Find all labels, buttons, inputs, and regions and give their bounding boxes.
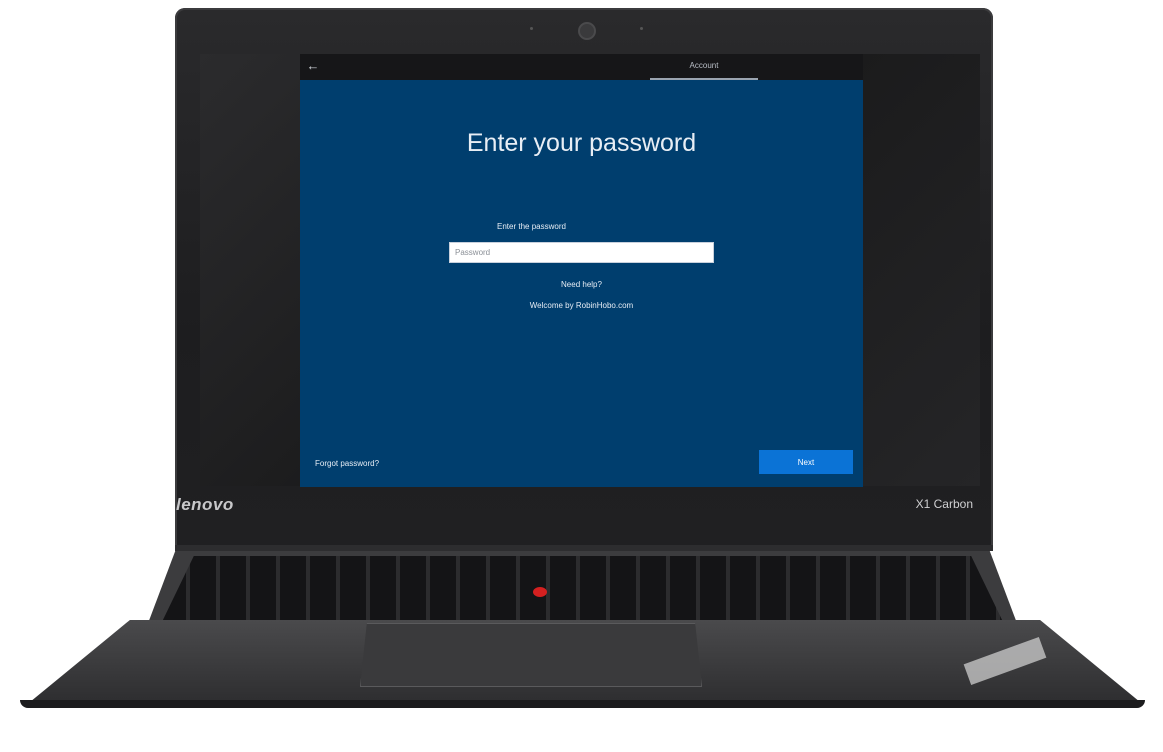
base-edge	[20, 700, 1145, 708]
webcam	[578, 22, 596, 40]
password-label: Enter the password	[497, 222, 566, 231]
touchpad	[360, 623, 702, 687]
brand-logo: lenovo	[176, 495, 234, 514]
forgot-password-link[interactable]: Forgot password?	[315, 459, 379, 468]
next-button[interactable]: Next	[759, 450, 853, 474]
sensor-dot	[530, 27, 533, 30]
page-title: Enter your password	[466, 129, 697, 157]
welcome-text: Welcome by RobinHobo.com	[529, 301, 634, 310]
tab-account[interactable]: Account	[650, 54, 758, 80]
hinge	[175, 545, 993, 551]
trackpoint	[533, 587, 547, 597]
need-help-link[interactable]: Need help?	[300, 280, 863, 289]
setup-window: ← Account Enter your password Enter the …	[300, 54, 863, 487]
title-bar: ← Account	[300, 54, 863, 80]
password-input[interactable]	[449, 242, 714, 263]
sensor-dot	[640, 27, 643, 30]
model-label: X1 Carbon	[915, 497, 973, 511]
keyboard	[160, 556, 1005, 626]
back-arrow-icon[interactable]: ←	[304, 57, 322, 75]
